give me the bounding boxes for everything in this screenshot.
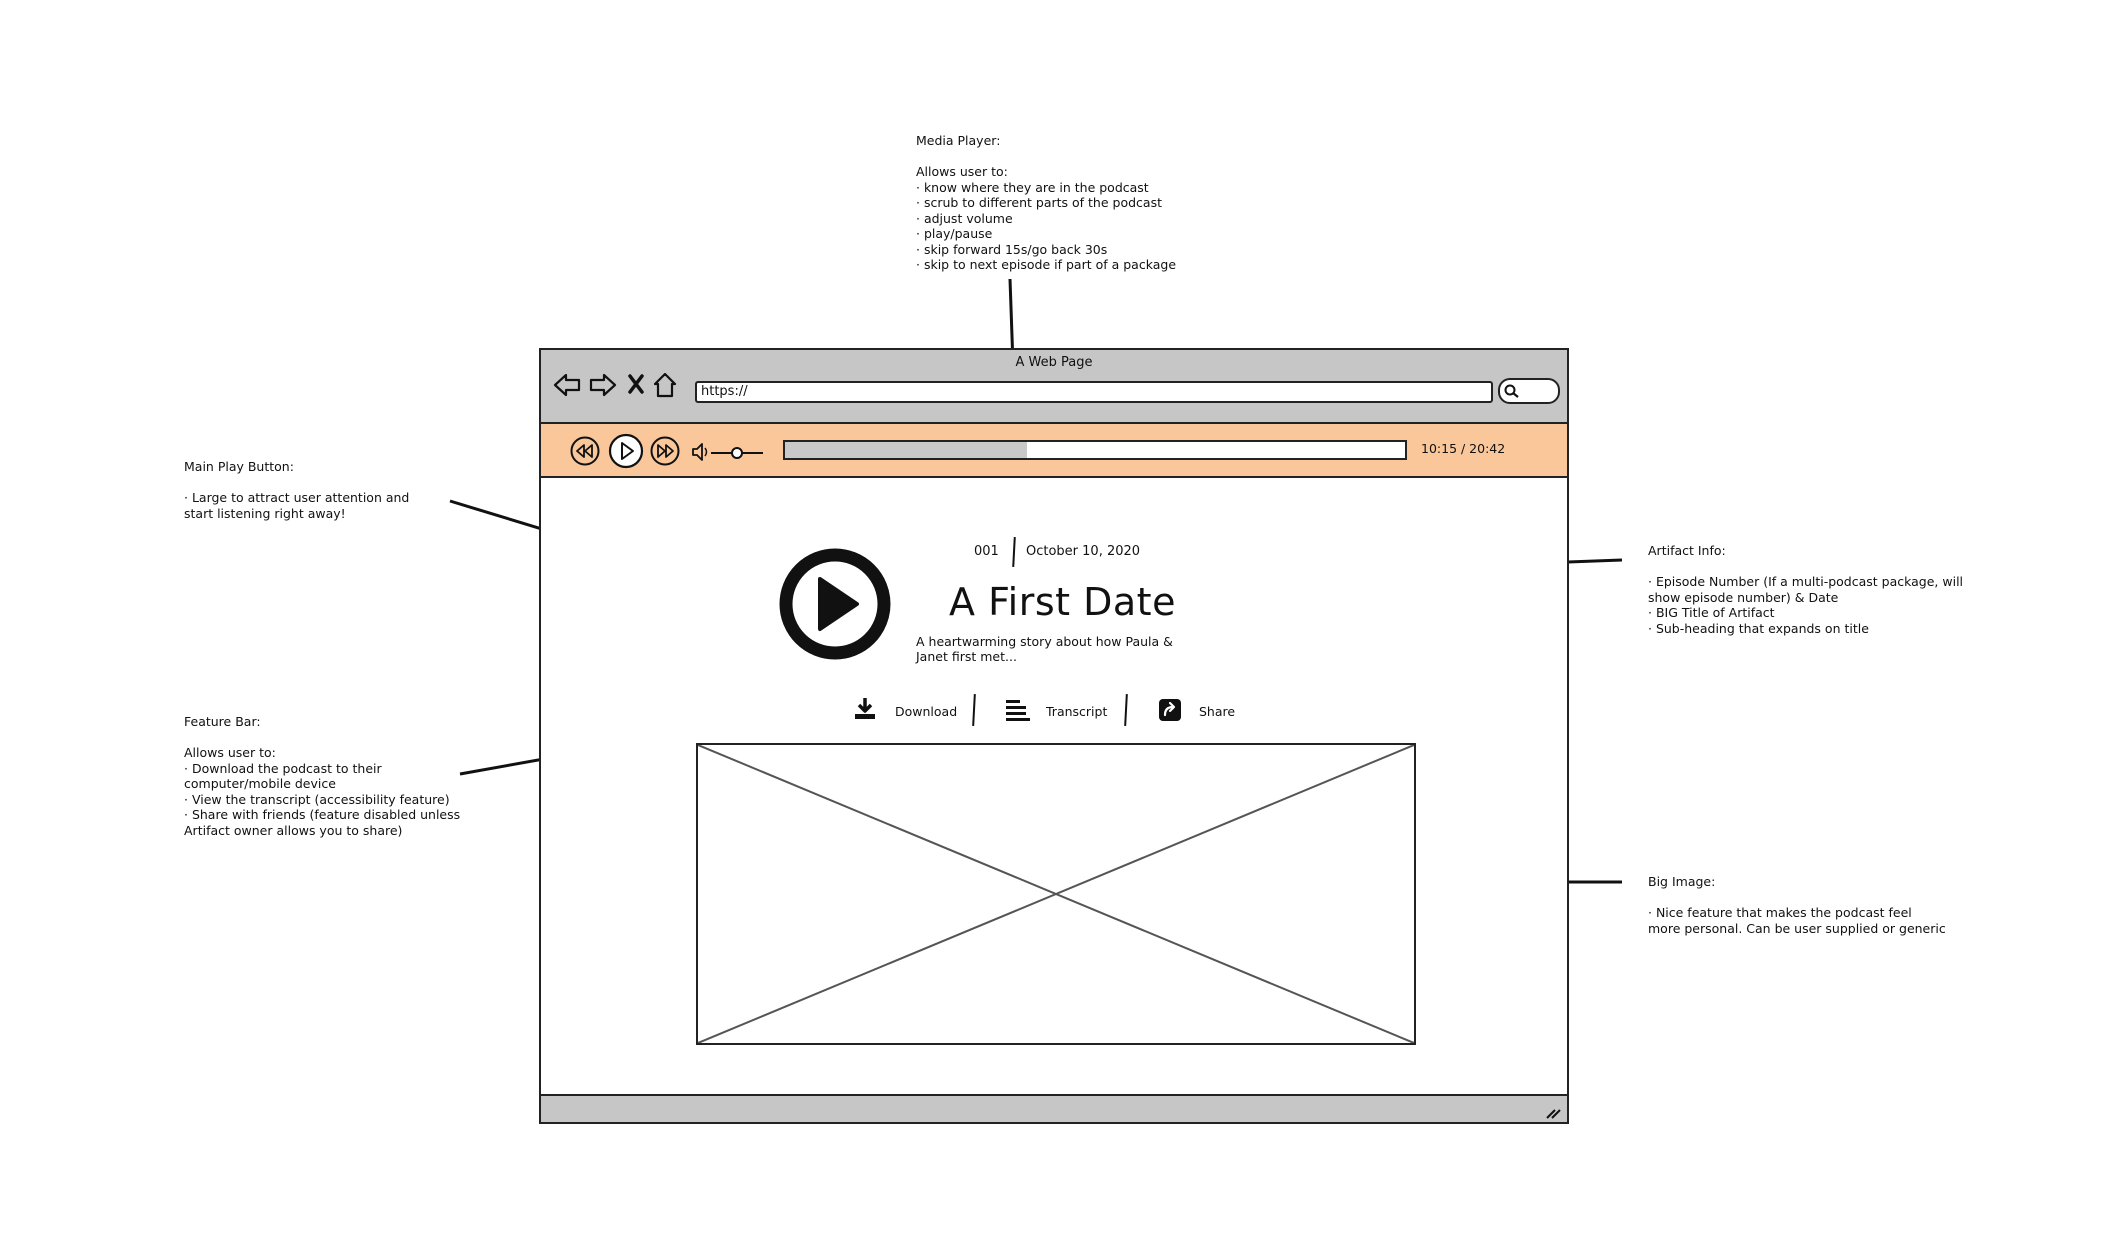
transcript-icon: [1006, 700, 1030, 721]
browser-statusbar: [541, 1094, 1567, 1122]
share-icon: [1159, 699, 1181, 721]
time-display: 10:15 / 20:42: [1421, 441, 1506, 456]
feature-divider-2: [1124, 693, 1128, 727]
image-placeholder-cross: [698, 745, 1414, 1043]
progress-fill: [785, 442, 1027, 458]
browser-window: A Web Page https:// 10:15 / 20:42 001 Oc…: [539, 348, 1569, 1124]
download-button[interactable]: Download: [853, 696, 963, 726]
fast-forward-button[interactable]: [649, 435, 681, 467]
search-icon: [1504, 384, 1519, 398]
share-label: Share: [1199, 704, 1236, 719]
download-label: Download: [895, 704, 958, 719]
page-content: 001 October 10, 2020 A First Date A hear…: [541, 478, 1567, 1096]
feature-divider-1: [972, 693, 976, 727]
episode-title: A First Date: [949, 580, 1176, 624]
download-icon: [855, 698, 875, 719]
volume-icon: [692, 443, 708, 461]
forward-icon[interactable]: [589, 372, 617, 398]
search-button[interactable]: [1498, 378, 1560, 404]
share-button[interactable]: Share: [1157, 696, 1247, 726]
transcript-button[interactable]: Transcript: [1004, 696, 1114, 726]
episode-date: October 10, 2020: [1026, 544, 1141, 559]
main-play-button[interactable]: [779, 548, 891, 660]
window-title: A Web Page: [1015, 355, 1093, 370]
home-icon[interactable]: [653, 372, 677, 398]
volume-slider-knob: [731, 447, 743, 459]
url-bar[interactable]: https://: [695, 381, 1493, 403]
meta-divider: [1012, 536, 1016, 568]
episode-number: 001: [974, 544, 999, 559]
play-pause-button[interactable]: [607, 432, 645, 470]
back-icon[interactable]: [553, 372, 581, 398]
volume-control[interactable]: [691, 441, 765, 463]
big-image-placeholder: [696, 743, 1416, 1045]
resize-grip-icon[interactable]: [1545, 1106, 1561, 1120]
progress-bar[interactable]: [783, 440, 1407, 460]
media-player: 10:15 / 20:42: [541, 424, 1567, 478]
rewind-button[interactable]: [569, 435, 601, 467]
browser-titlebar: A Web Page https://: [541, 350, 1567, 424]
episode-subheading: A heartwarming story about how Paula & J…: [916, 634, 1173, 664]
transcript-label: Transcript: [1046, 704, 1108, 719]
stop-icon[interactable]: [627, 374, 645, 394]
